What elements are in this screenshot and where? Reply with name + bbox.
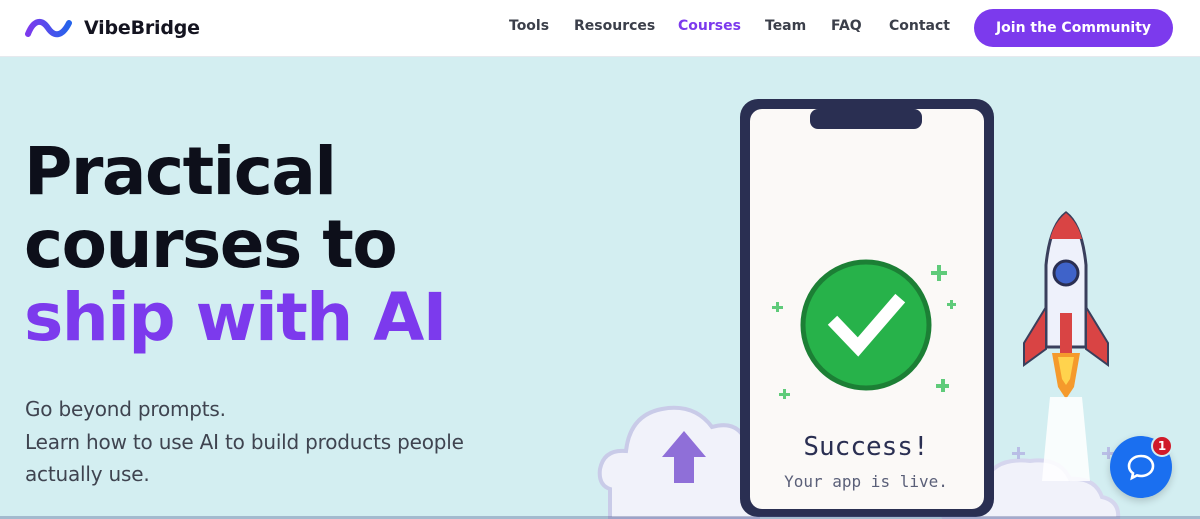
brand-name: VibeBridge — [84, 17, 200, 39]
hero-illustration: Success! Your app is live. — [597, 99, 1121, 519]
nav-item-resources[interactable]: Resources — [574, 18, 655, 34]
subtext-line-1: Go beyond prompts. — [25, 397, 226, 421]
hero-section: Practical courses to ship with AI Go bey… — [0, 57, 1200, 519]
subtext-line-3: actually use. — [25, 462, 150, 486]
hero-headline: Practical courses to ship with AI — [24, 133, 447, 356]
chat-unread-badge: 1 — [1151, 435, 1173, 457]
cloud-upload-icon — [597, 405, 761, 519]
success-subtitle: Your app is live. — [784, 472, 948, 491]
subtext-line-2: Learn how to use AI to build products pe… — [25, 429, 464, 454]
brand-logo-link[interactable]: VibeBridge — [24, 15, 200, 41]
hero-subtext: Go beyond prompts. Learn how to use AI t… — [25, 393, 464, 491]
headline-accent: ship with AI — [24, 279, 447, 356]
nav-item-faq[interactable]: FAQ — [831, 18, 862, 34]
nav-item-courses[interactable]: Courses — [678, 18, 741, 34]
nav-item-tools[interactable]: Tools — [509, 18, 549, 34]
chat-bubble-icon — [1127, 454, 1155, 481]
headline-line-1: Practical — [24, 133, 337, 210]
join-community-button[interactable]: Join the Community — [974, 9, 1173, 47]
rocket-icon — [1023, 211, 1109, 399]
success-title: Success! — [803, 432, 928, 462]
headline-line-2: courses to — [24, 206, 398, 283]
nav-item-team[interactable]: Team — [765, 18, 806, 34]
checkmark-icon — [800, 259, 932, 391]
wave-logo-icon — [25, 18, 72, 38]
top-navbar: VibeBridge Tools Resources Courses Team … — [0, 0, 1200, 57]
nav-item-contact[interactable]: Contact — [889, 18, 950, 34]
